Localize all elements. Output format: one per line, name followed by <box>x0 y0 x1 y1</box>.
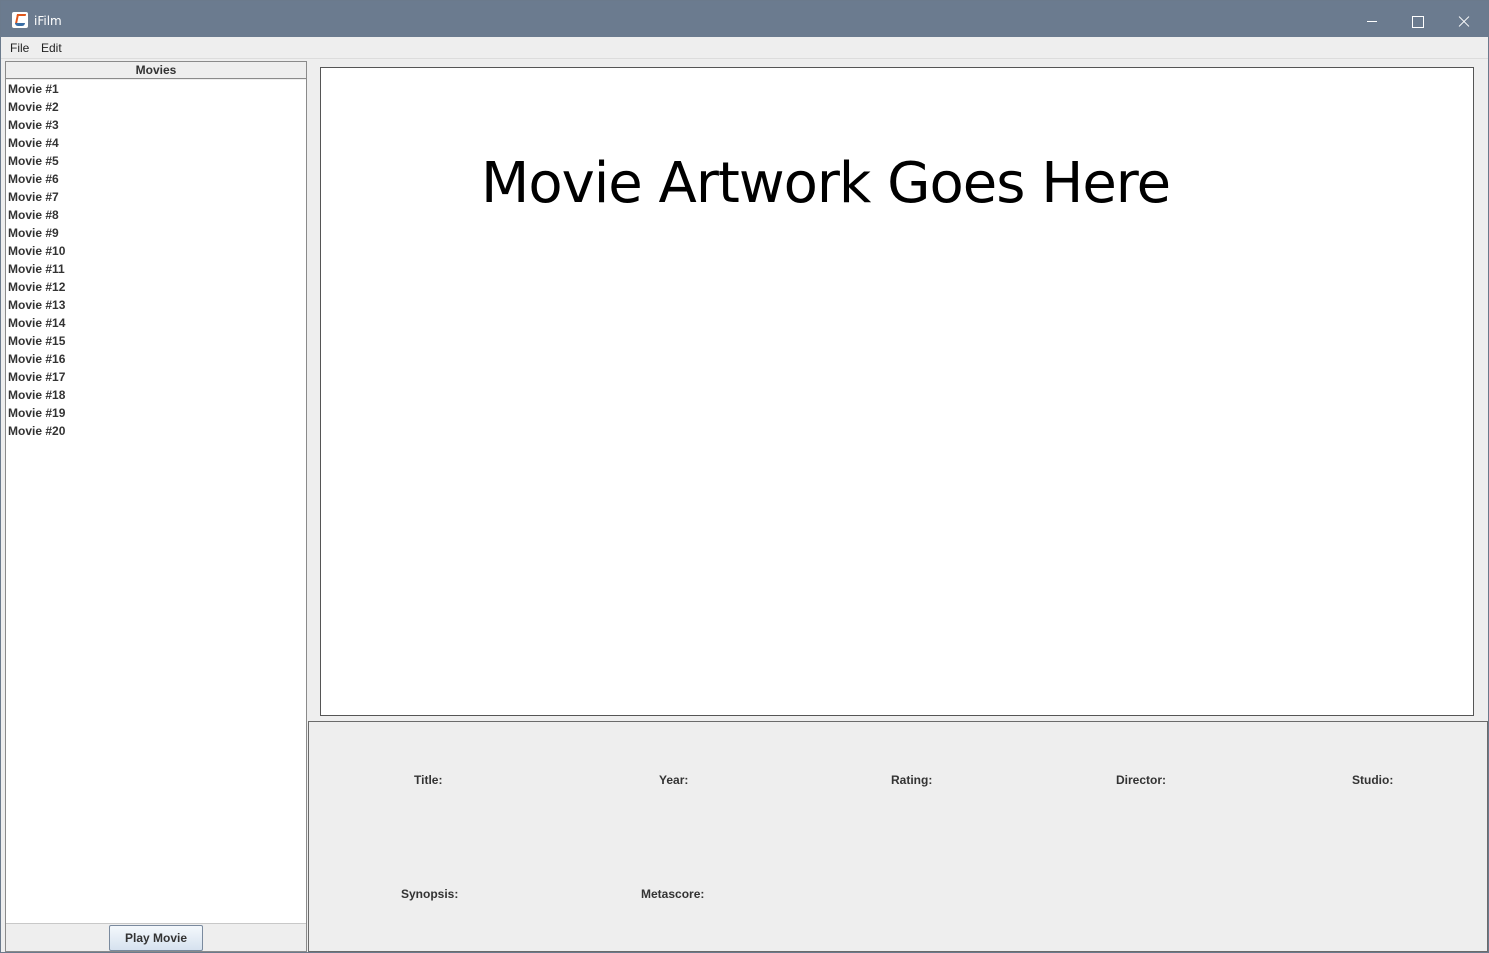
synopsis-label: Synopsis: <box>401 887 459 901</box>
close-button[interactable] <box>1440 1 1486 37</box>
movies-list-header: Movies <box>6 62 306 79</box>
menu-file[interactable]: File <box>10 41 29 55</box>
list-item[interactable]: Movie #14 <box>6 314 306 332</box>
list-item[interactable]: Movie #20 <box>6 422 306 440</box>
movies-panel: Movies Movie #1 Movie #2 Movie #3 Movie … <box>5 61 307 952</box>
window-title: iFilm <box>34 14 62 28</box>
list-item[interactable]: Movie #2 <box>6 98 306 116</box>
artwork-placeholder: Movie Artwork Goes Here <box>481 151 1171 216</box>
list-item[interactable]: Movie #17 <box>6 368 306 386</box>
artwork-panel: Movie Artwork Goes Here <box>308 61 1488 719</box>
rating-label: Rating: <box>891 773 933 787</box>
list-item[interactable]: Movie #1 <box>6 80 306 98</box>
list-item[interactable]: Movie #5 <box>6 152 306 170</box>
title-bar[interactable]: iFilm <box>1 1 1488 37</box>
java-app-icon <box>12 12 28 28</box>
minimize-button[interactable] <box>1349 1 1395 37</box>
list-item[interactable]: Movie #3 <box>6 116 306 134</box>
list-item[interactable]: Movie #7 <box>6 188 306 206</box>
list-item[interactable]: Movie #12 <box>6 278 306 296</box>
maximize-button[interactable] <box>1394 1 1440 37</box>
director-label: Director: <box>1116 773 1167 787</box>
list-item[interactable]: Movie #19 <box>6 404 306 422</box>
year-label: Year: <box>659 773 689 787</box>
list-item[interactable]: Movie #9 <box>6 224 306 242</box>
list-item[interactable]: Movie #6 <box>6 170 306 188</box>
list-item[interactable]: Movie #13 <box>6 296 306 314</box>
list-item[interactable]: Movie #10 <box>6 242 306 260</box>
list-item[interactable]: Movie #15 <box>6 332 306 350</box>
list-item[interactable]: Movie #16 <box>6 350 306 368</box>
list-item[interactable]: Movie #11 <box>6 260 306 278</box>
list-item[interactable]: Movie #4 <box>6 134 306 152</box>
list-item[interactable]: Movie #18 <box>6 386 306 404</box>
menu-bar: File Edit <box>1 37 1488 59</box>
movies-list[interactable]: Movie #1 Movie #2 Movie #3 Movie #4 Movi… <box>6 80 306 924</box>
play-movie-button[interactable]: Play Movie <box>109 925 203 951</box>
metascore-label: Metascore: <box>641 887 705 901</box>
list-item[interactable]: Movie #8 <box>6 206 306 224</box>
title-label: Title: <box>414 773 443 787</box>
artwork-frame: Movie Artwork Goes Here <box>320 67 1474 716</box>
menu-edit[interactable]: Edit <box>41 41 62 55</box>
details-panel: Title: Year: Rating: Director: Studio: S… <box>308 721 1488 952</box>
studio-label: Studio: <box>1352 773 1394 787</box>
app-window: iFilm File Edit Movies Movie #1 Movie #2… <box>0 0 1489 953</box>
